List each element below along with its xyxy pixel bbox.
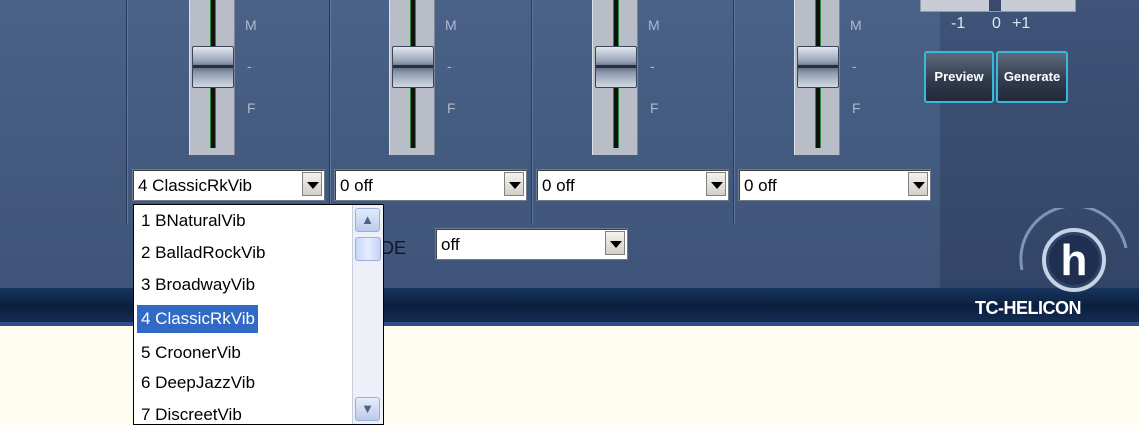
fader-track-3[interactable] [592,0,638,155]
fader-label-mid: - [650,58,655,74]
scale-zero-label: 0 [992,15,1001,32]
dropdown-option-selected[interactable]: 4 ClassicRkVib [137,305,259,333]
mode-select[interactable]: off [435,228,628,260]
vibrato-select-value: 0 off [744,176,777,195]
fader-knob-1[interactable] [192,46,234,88]
fader-knob-3[interactable] [595,46,637,88]
fader-label-top: M [445,17,457,33]
chevron-down-icon[interactable] [504,172,524,196]
vibrato-select-value: 4 ClassicRkVib [138,176,253,195]
vibrato-editor-window: M - F M - F M - F M - F 4 ClassicRkVib 0… [0,0,1139,425]
scroll-up-icon[interactable]: ▲ [355,208,380,232]
fader-label-mid: - [852,58,857,74]
channel-divider-highlight [330,0,331,225]
channel-divider-highlight [127,0,128,225]
chevron-down-icon[interactable] [605,231,625,255]
mode-label: DE [381,238,407,258]
dropdown-option[interactable]: 2 BalladRockVib [137,239,268,267]
scroll-down-icon[interactable]: ▼ [355,397,380,421]
dropdown-option[interactable]: 3 BroadwayVib [137,271,258,299]
fader-label-bottom: F [447,100,456,116]
vibrato-select-3[interactable]: 0 off [536,169,729,201]
dropdown-scrollbar[interactable]: ▲ ▼ [352,205,383,424]
vibrato-select-4[interactable]: 0 off [738,169,931,201]
fader-label-bottom: F [650,100,659,116]
dropdown-option[interactable]: 6 DeepJazzVib [137,369,258,397]
channel-divider-highlight [734,0,735,225]
chevron-down-icon[interactable] [706,172,726,196]
fader-label-bottom: F [852,100,861,116]
fader-track-2[interactable] [389,0,435,155]
dropdown-option[interactable]: 7 DiscreetVib [137,401,245,424]
dropdown-option[interactable]: 1 BNaturalVib [137,207,249,235]
vibrato-dropdown-list[interactable]: 1 BNaturalVib 2 BalladRockVib 3 Broadway… [133,204,384,425]
vibrato-select-value: 0 off [542,176,575,195]
logo-letter: h [1061,236,1088,285]
fader-knob-4[interactable] [797,46,839,88]
scale-slider-thumb[interactable] [989,0,1001,11]
scale-minus-label: -1 [951,15,966,32]
chevron-down-icon[interactable] [908,172,928,196]
fader-track-1[interactable] [189,0,235,155]
generate-button[interactable]: Generate [996,51,1068,103]
fader-label-top: M [245,17,257,33]
scale-plus-label: +1 [1012,15,1031,32]
fader-track-4[interactable] [794,0,840,155]
vibrato-select-2[interactable]: 0 off [334,169,527,201]
mode-select-value: off [441,235,460,254]
brand-name: TC-HELICON [975,298,1082,318]
channel-divider-highlight [532,0,533,225]
fader-label-mid: - [247,58,252,74]
dropdown-option[interactable]: 5 CroonerVib [137,339,244,367]
fader-knob-2[interactable] [392,46,434,88]
vibrato-select-1[interactable]: 4 ClassicRkVib [132,169,325,201]
preview-button[interactable]: Preview [924,51,994,103]
fader-label-top: M [850,17,862,33]
scale-slider[interactable] [920,0,1076,12]
scroll-thumb[interactable] [355,237,381,261]
chevron-down-icon[interactable] [302,172,322,196]
fader-label-bottom: F [247,100,256,116]
vibrato-select-value: 0 off [340,176,373,195]
fader-label-mid: - [447,58,452,74]
fader-label-top: M [648,17,660,33]
